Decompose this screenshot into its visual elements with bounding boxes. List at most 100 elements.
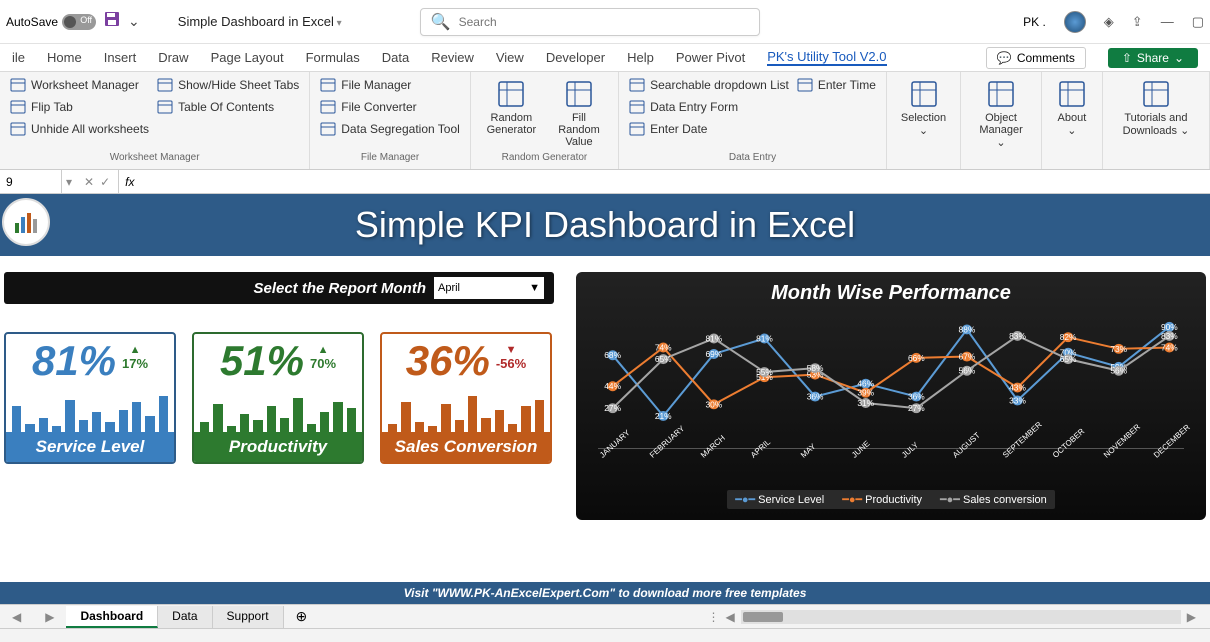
quick-access-dropdown-icon[interactable]: ⌄ — [128, 13, 140, 30]
svg-text:65%: 65% — [1060, 355, 1077, 364]
namebox-dropdown-icon[interactable]: ▾ — [62, 175, 76, 189]
ribbon-icon — [908, 78, 940, 110]
svg-text:83%: 83% — [1161, 332, 1178, 341]
ribbon-file-manager[interactable]: File Manager — [318, 76, 462, 94]
kpi-value: 51% — [220, 340, 304, 382]
minimize-icon[interactable]: — — [1161, 14, 1174, 29]
fx-label[interactable]: fx — [119, 175, 140, 189]
add-sheet-button[interactable]: ⊕ — [284, 608, 320, 625]
name-box[interactable]: 9 — [0, 170, 62, 193]
ribbon-group-label: Data Entry — [627, 152, 878, 165]
ribbon-worksheet-manager[interactable]: Worksheet Manager — [8, 76, 151, 94]
sheet-tab-data[interactable]: Data — [158, 606, 212, 628]
dashboard-logo-icon — [2, 198, 50, 246]
share-label: Share — [1137, 51, 1169, 65]
svg-text:81%: 81% — [756, 335, 773, 344]
sheet-nav-next-icon[interactable]: ▶ — [33, 610, 66, 624]
kpi-delta: -56% — [496, 344, 526, 371]
ribbon-about[interactable]: About — [1050, 76, 1094, 139]
ribbon-item-label: Searchable dropdown List — [650, 78, 789, 92]
ribbon-unhide-all-worksheets[interactable]: Unhide All worksheets — [8, 120, 151, 138]
tab-split-icon[interactable]: ⋮ — [708, 610, 720, 624]
ribbon-file-converter[interactable]: File Converter — [318, 98, 462, 116]
ribbon-group-label — [1111, 163, 1201, 165]
ribbon-group-label: File Manager — [318, 152, 462, 165]
svg-text:90%: 90% — [1161, 323, 1178, 332]
sheet-tab-dashboard[interactable]: Dashboard — [66, 606, 158, 628]
scroll-left-icon[interactable]: ◀ — [722, 610, 739, 624]
ribbon-item-label: Fill Random Value — [554, 112, 604, 148]
kpi-sparkline — [194, 390, 362, 432]
search-box[interactable]: 🔍 — [420, 8, 760, 36]
file-title[interactable]: Simple Dashboard in Excel — [178, 14, 342, 29]
diamond-icon[interactable]: ◈ — [1104, 14, 1114, 30]
ribbon-random-generator[interactable]: Random Generator — [479, 76, 544, 150]
user-avatar-icon[interactable] — [1064, 11, 1086, 33]
select-month-label: Select the Report Month — [253, 280, 426, 297]
chart-area: 68%21%69%81%36%46%36%88%33%70%59%90%44%7… — [598, 309, 1184, 449]
autosave-control[interactable]: AutoSave — [6, 14, 96, 30]
ribbon-item-label: Tutorials and Downloads — [1117, 112, 1195, 137]
autosave-label: AutoSave — [6, 15, 58, 29]
ribbon-selection[interactable]: Selection — [895, 76, 952, 139]
menu-tab-home[interactable]: Home — [47, 50, 82, 65]
ribbon-icon — [10, 77, 26, 93]
search-input[interactable] — [459, 15, 749, 29]
svg-text:88%: 88% — [959, 326, 976, 335]
svg-text:30%: 30% — [706, 400, 723, 409]
ribbon-tutorials-and-downloads[interactable]: Tutorials and Downloads — [1111, 76, 1201, 139]
menu-tab-formulas[interactable]: Formulas — [306, 50, 360, 65]
ribbon-enter-time[interactable]: Enter Time — [795, 76, 878, 94]
ribbon-object-manager[interactable]: Object Manager — [969, 76, 1033, 151]
menu-tab-view[interactable]: View — [496, 50, 524, 65]
footer-strip: Visit "WWW.PK-AnExcelExpert.Com" to down… — [0, 582, 1210, 604]
ribbon-data-entry-form[interactable]: Data Entry Form — [627, 98, 791, 116]
kpi-card-service-level: 81%17%Service Level — [4, 332, 176, 464]
menu-tab-insert[interactable]: Insert — [104, 50, 137, 65]
ribbon-icon — [563, 78, 595, 110]
ribbon-flip-tab[interactable]: Flip Tab — [8, 98, 151, 116]
ribbon-icon — [985, 78, 1017, 110]
menu-tab-developer[interactable]: Developer — [546, 50, 605, 65]
sheet-tab-support[interactable]: Support — [213, 606, 284, 628]
cancel-icon[interactable]: ✕ — [84, 175, 94, 189]
menu-tab-page-layout[interactable]: Page Layout — [211, 50, 284, 65]
ribbon-data-segregation-tool[interactable]: Data Segregation Tool — [318, 120, 462, 138]
menu-tab-help[interactable]: Help — [627, 50, 654, 65]
ribbon-show-hide-sheet-tabs[interactable]: Show/Hide Sheet Tabs — [155, 76, 301, 94]
comments-button[interactable]: 💬 Comments — [986, 47, 1086, 69]
ribbon-item-label: Unhide All worksheets — [31, 122, 149, 136]
autosave-toggle[interactable] — [62, 14, 96, 30]
menubar: ile Home Insert Draw Page Layout Formulas Data… — [0, 44, 1210, 72]
maximize-icon[interactable]: ▢ — [1192, 14, 1204, 30]
ribbon-item-label: Data Segregation Tool — [341, 122, 460, 136]
pending-icon[interactable]: ⇪ — [1132, 14, 1143, 30]
scroll-right-icon[interactable]: ▶ — [1183, 610, 1200, 624]
menu-tab-pk-s-utility-tool-v2-0[interactable]: PK's Utility Tool V2.0 — [767, 49, 886, 66]
menu-tab-review[interactable]: Review — [431, 50, 474, 65]
sheet-nav-prev-icon[interactable]: ◀ — [0, 610, 33, 624]
user-label[interactable]: PK . — [1023, 15, 1046, 29]
ribbon-table-of-contents[interactable]: Table Of Contents — [155, 98, 301, 116]
menu-tab-draw[interactable]: Draw — [158, 50, 188, 65]
share-button[interactable]: ⇧ Share ⌄ — [1108, 48, 1198, 68]
confirm-icon[interactable]: ✓ — [100, 175, 110, 189]
menu-tab-power-pivot[interactable]: Power Pivot — [676, 50, 745, 65]
ribbon-searchable-dropdown-list[interactable]: Searchable dropdown List — [627, 76, 791, 94]
legend-sales-conversion: Sales conversion — [940, 493, 1047, 506]
ribbon-fill-random-value[interactable]: Fill Random Value — [548, 76, 610, 150]
kpi-row: 81%17%Service Level51%70%Productivity36%… — [4, 332, 554, 464]
legend-productivity: Productivity — [842, 493, 922, 506]
ribbon-item-label: Table Of Contents — [178, 100, 274, 114]
comments-label: Comments — [1017, 51, 1075, 65]
month-dropdown[interactable]: April ▼ — [434, 277, 544, 299]
svg-text:56%: 56% — [1110, 367, 1127, 376]
ribbon-icon — [10, 99, 26, 115]
horizontal-scrollbar[interactable] — [741, 610, 1181, 624]
menu-tab-data[interactable]: Data — [382, 50, 409, 65]
save-icon[interactable] — [104, 11, 120, 32]
ribbon-icon — [495, 78, 527, 110]
svg-text:27%: 27% — [908, 404, 925, 413]
menu-tab-ile[interactable]: ile — [12, 50, 25, 65]
ribbon-enter-date[interactable]: Enter Date — [627, 120, 791, 138]
